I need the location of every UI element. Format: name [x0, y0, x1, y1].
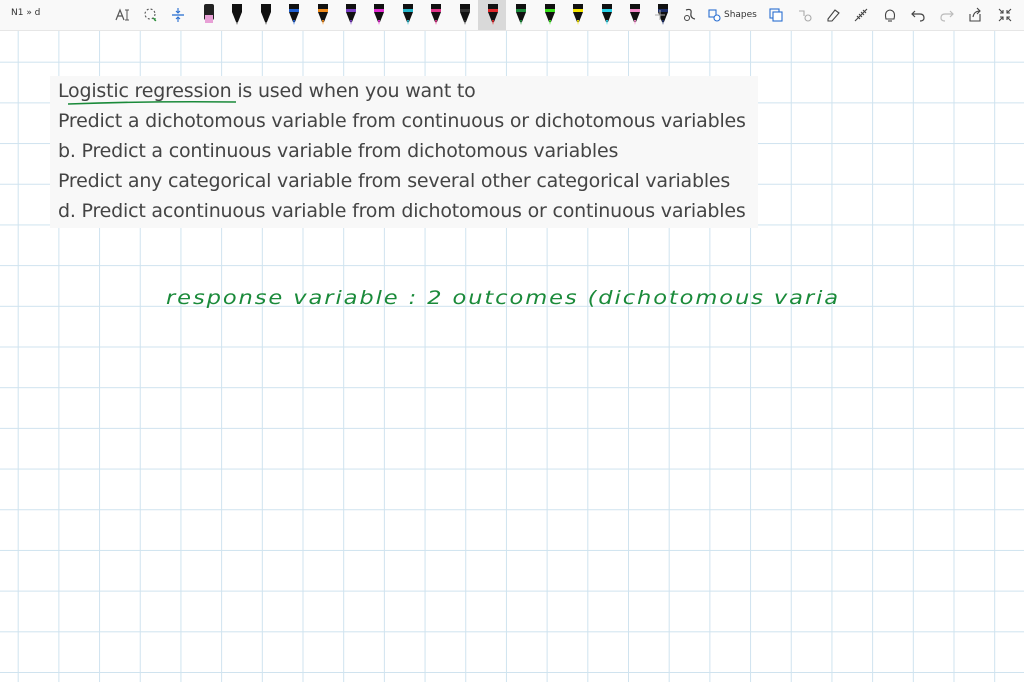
underline-stroke — [67, 100, 237, 105]
ink-layer: response variable : 2 outcomes (dichotom… — [67, 100, 840, 309]
handwritten-note: response variable : 2 outcomes (dichotom… — [166, 287, 840, 309]
